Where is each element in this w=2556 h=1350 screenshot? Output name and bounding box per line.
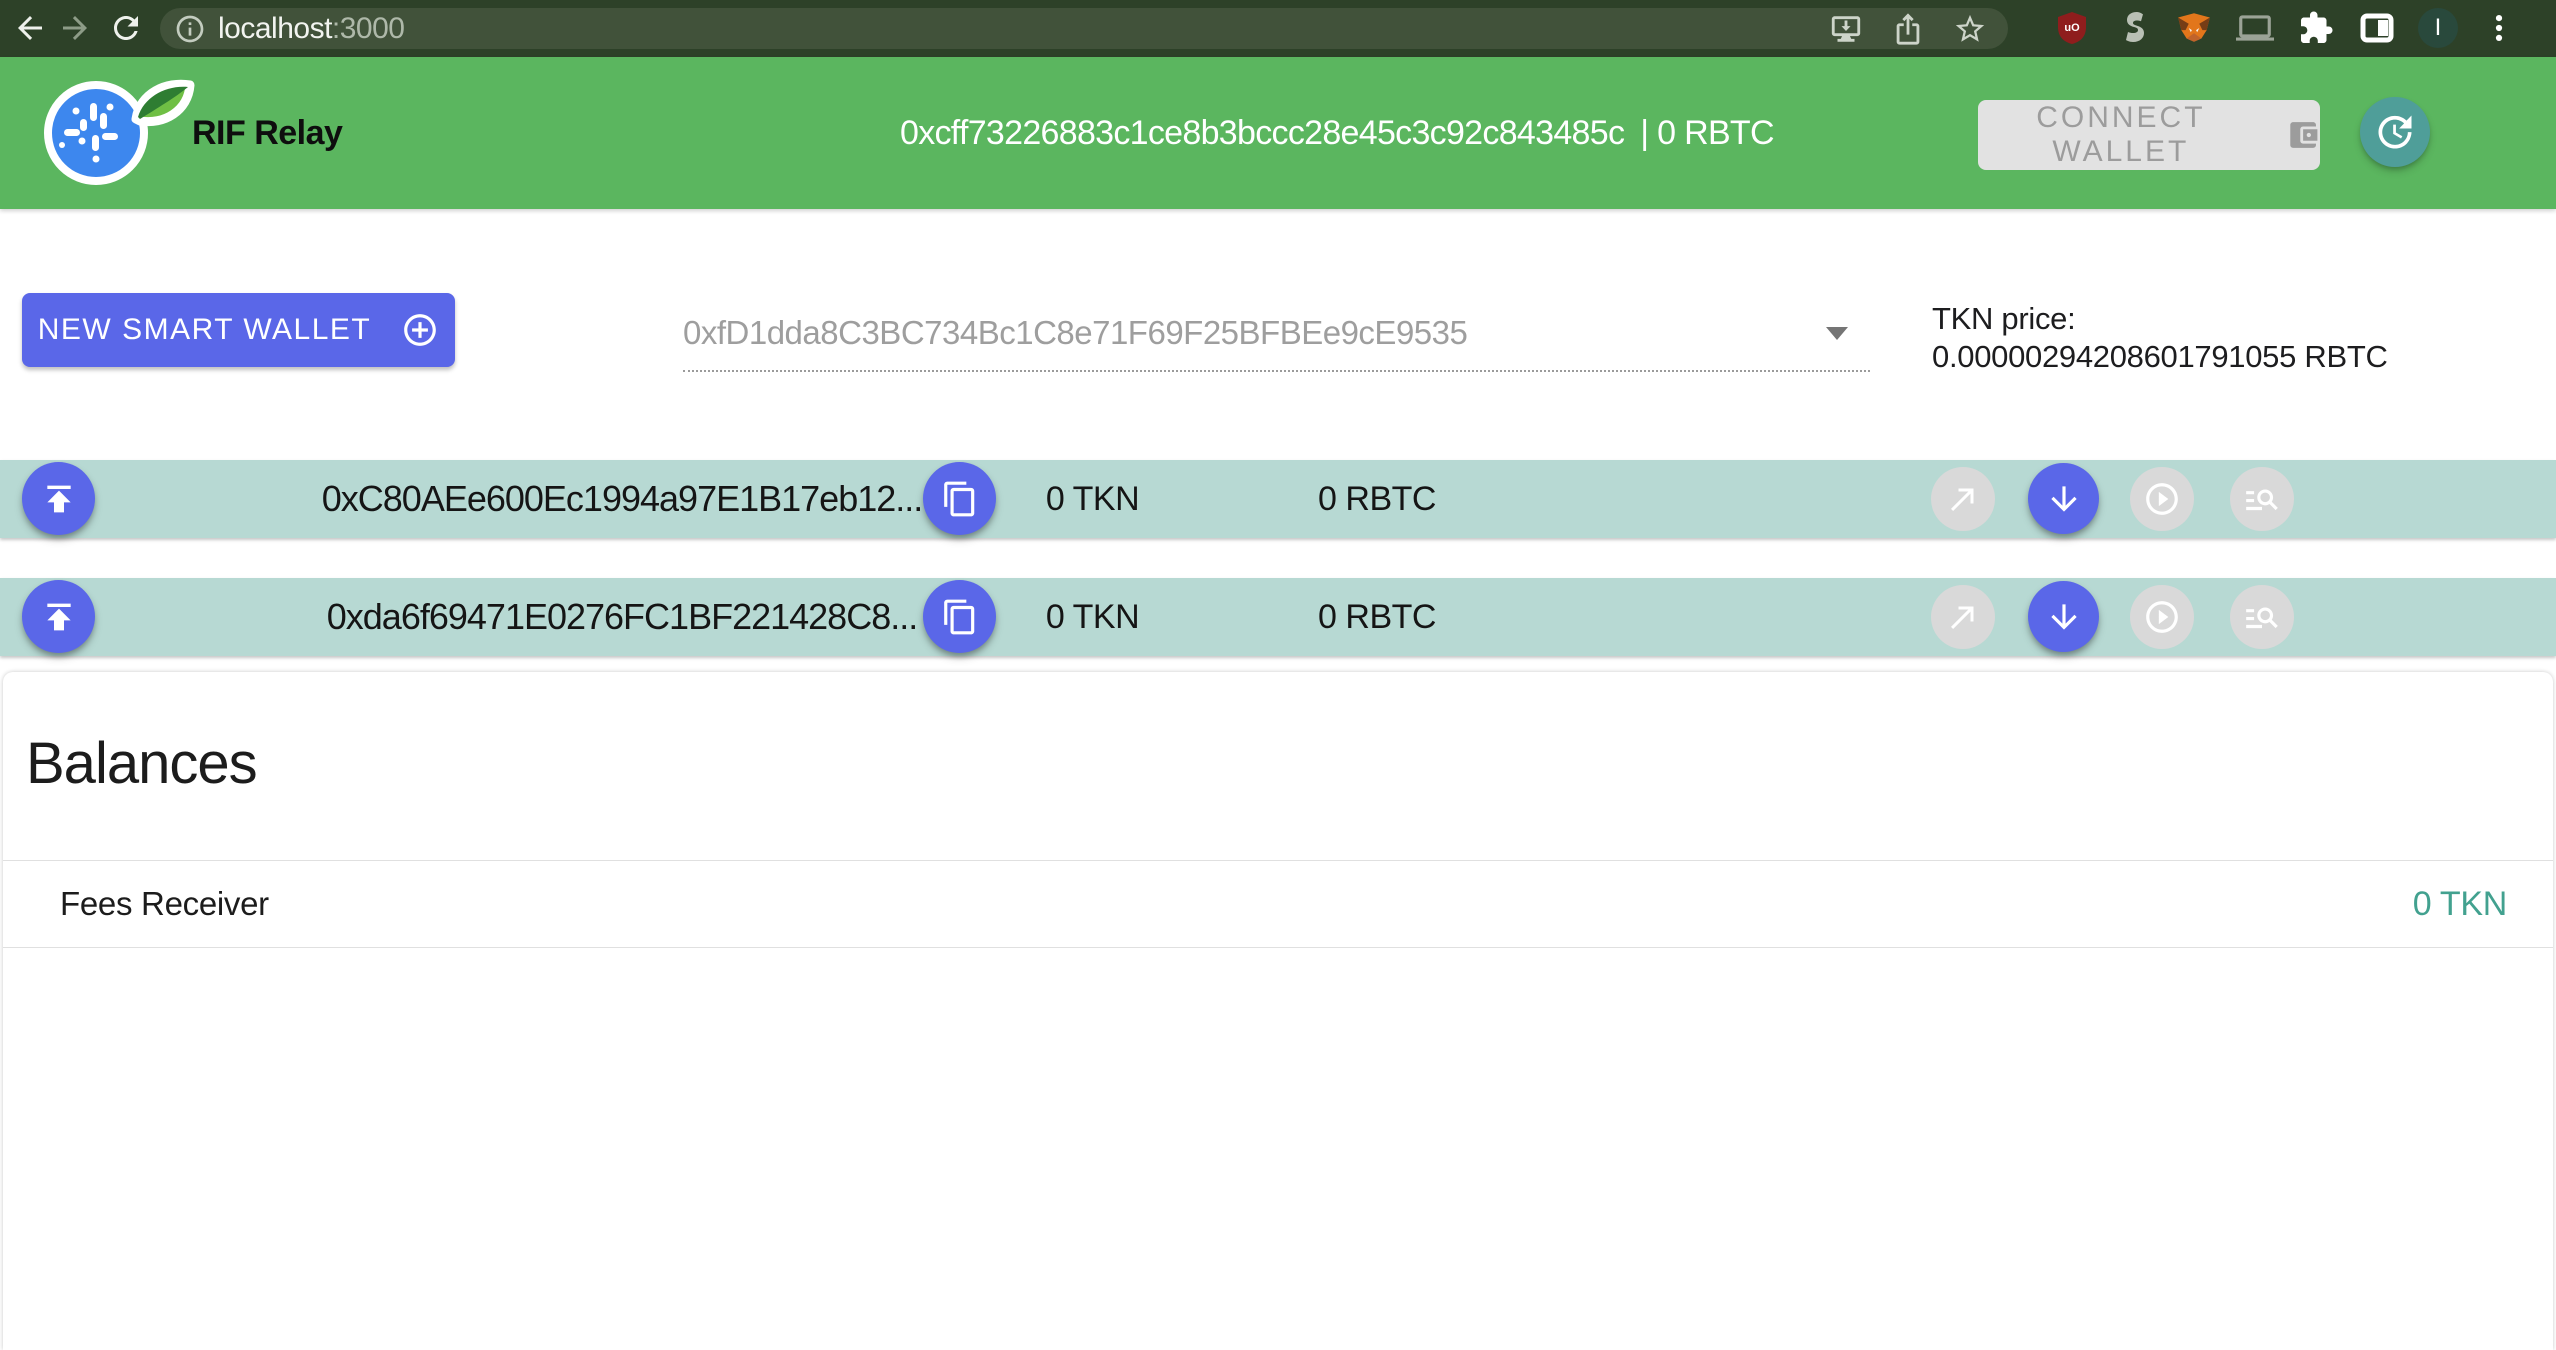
update-icon (2373, 110, 2417, 154)
smart-wallet-row: 0xC80AEe600Ec1994a97E1B17eb12... 0 TKN 0… (0, 460, 2556, 538)
tkn-price-label: TKN price: (1932, 300, 2388, 338)
share-icon[interactable] (1890, 11, 1926, 47)
deploy-wallet-button[interactable] (22, 462, 95, 535)
manage-search-icon (2243, 480, 2281, 518)
bookmark-star-icon[interactable] (1952, 11, 1988, 47)
url-host: localhost (218, 12, 332, 46)
arrow-down-icon (2045, 598, 2083, 636)
smart-wallet-address: 0xda6f69471E0276FC1BF221428C8... (357, 578, 887, 656)
copy-icon (941, 480, 979, 518)
add-circle-icon (401, 311, 439, 349)
metamask-fox-icon[interactable] (2174, 8, 2214, 48)
execute-button[interactable] (2130, 585, 2194, 649)
smart-wallet-row: 0xda6f69471E0276FC1BF221428C8... 0 TKN 0… (0, 578, 2556, 656)
copy-address-button[interactable] (923, 580, 996, 653)
publish-icon (39, 597, 79, 637)
menu-dots-icon[interactable] (2479, 8, 2519, 48)
wallet-rbtc-balance: 0 RBTC (1282, 578, 1472, 656)
chevron-down-icon (1826, 327, 1848, 340)
selected-wallet-address: 0xfD1dda8C3BC734Bc1C8e71F69F25BFBEe9cE95… (683, 314, 1826, 352)
inspect-transactions-button[interactable] (2230, 585, 2294, 649)
balance-row-value: 0 TKN (2413, 885, 2507, 924)
account-balance: | 0 RBTC (1640, 114, 1774, 153)
wallet-tkn-balance: 0 TKN (1000, 578, 1185, 656)
ublock-extension-icon[interactable]: uO (2052, 8, 2092, 48)
rif-relay-logo (44, 79, 194, 189)
profile-avatar[interactable]: I (2418, 8, 2458, 48)
refresh-button[interactable] (2360, 97, 2430, 167)
receive-button[interactable] (2028, 463, 2099, 534)
surfshark-extension-icon[interactable] (2113, 8, 2153, 48)
install-app-icon[interactable] (1828, 11, 1864, 47)
laptop-extension-icon[interactable] (2235, 8, 2275, 48)
connect-wallet-button[interactable]: CONNECT WALLET (1978, 100, 2320, 170)
address-bar[interactable]: localhost:3000 (160, 8, 2008, 49)
balance-row-label: Fees Receiver (60, 885, 269, 923)
back-button[interactable] (8, 6, 52, 50)
publish-icon (39, 479, 79, 519)
app-header: RIF Relay 0xcff73226883c1ce8b3bccc28e45c… (0, 57, 2556, 209)
wallet-tkn-balance: 0 TKN (1000, 460, 1185, 538)
execute-button[interactable] (2130, 467, 2194, 531)
account-address: 0xcff73226883c1ce8b3bccc28e45c3c92c84348… (900, 114, 1624, 153)
tkn-price-value: 0.00000294208601791055 RBTC (1932, 338, 2388, 376)
balances-card: Balances Fees Receiver 0 TKN (3, 672, 2553, 1350)
new-smart-wallet-button[interactable]: NEW SMART WALLET (22, 293, 455, 367)
receive-button[interactable] (2028, 581, 2099, 652)
account-info: 0xcff73226883c1ce8b3bccc28e45c3c92c84348… (900, 57, 1774, 209)
transfer-out-button[interactable] (1931, 585, 1995, 649)
extensions-puzzle-icon[interactable] (2296, 8, 2336, 48)
browser-toolbar: localhost:3000 uO (0, 0, 2556, 57)
play-circle-icon (2143, 598, 2181, 636)
connect-wallet-label: CONNECT WALLET (1978, 101, 2264, 169)
manage-search-icon (2243, 598, 2281, 636)
avatar-initial: I (2418, 8, 2458, 48)
wallet-icon (2286, 116, 2320, 154)
inspect-transactions-button[interactable] (2230, 467, 2294, 531)
leaf-icon (126, 75, 198, 135)
balances-title: Balances (26, 730, 257, 797)
side-panel-icon[interactable] (2357, 8, 2397, 48)
arrow-up-right-icon (1945, 481, 1981, 517)
smart-wallet-address: 0xC80AEe600Ec1994a97E1B17eb12... (357, 460, 887, 538)
deploy-wallet-button[interactable] (22, 580, 95, 653)
copy-address-button[interactable] (923, 462, 996, 535)
tkn-price: TKN price: 0.00000294208601791055 RBTC (1932, 300, 2388, 376)
url-port: :3000 (332, 12, 405, 46)
app-title: RIF Relay (192, 57, 342, 209)
arrow-down-icon (2045, 480, 2083, 518)
play-circle-icon (2143, 480, 2181, 518)
extensions-strip: uO I (2052, 6, 2519, 50)
wallet-rbtc-balance: 0 RBTC (1282, 460, 1472, 538)
arrow-up-right-icon (1945, 599, 1981, 635)
transfer-out-button[interactable] (1931, 467, 1995, 531)
page-info-icon[interactable] (174, 13, 206, 45)
wallet-select[interactable]: 0xfD1dda8C3BC734Bc1C8e71F69F25BFBEe9cE95… (683, 296, 1870, 372)
copy-icon (941, 598, 979, 636)
forward-button[interactable] (53, 6, 97, 50)
reload-button[interactable] (104, 6, 148, 50)
svg-text:uO: uO (2064, 22, 2080, 34)
new-smart-wallet-label: NEW SMART WALLET (38, 313, 372, 347)
balance-row: Fees Receiver 0 TKN (3, 860, 2553, 948)
